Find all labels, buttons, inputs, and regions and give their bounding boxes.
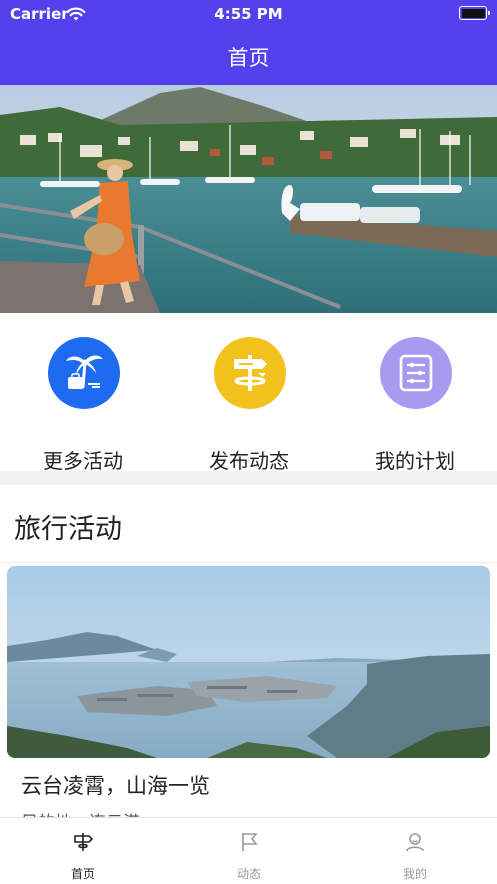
battery-icon bbox=[459, 6, 490, 20]
tab-profile[interactable]: 我的 bbox=[332, 818, 497, 884]
tab-posts[interactable]: 动态 bbox=[166, 818, 332, 884]
tab-label-posts: 动态 bbox=[236, 867, 261, 881]
tab-bar: 首页 动态 我的 bbox=[0, 817, 497, 883]
menu-publish-post[interactable]: 发布动态 bbox=[166, 335, 332, 473]
navigation-bar: 首页 bbox=[0, 28, 497, 85]
list-icon bbox=[380, 337, 452, 409]
status-bar: Carrier 4:55 PM bbox=[0, 0, 497, 28]
flag-icon bbox=[242, 833, 258, 851]
page-title: 首页 bbox=[227, 46, 270, 70]
tab-home[interactable]: 首页 bbox=[0, 818, 166, 884]
tab-label-home: 首页 bbox=[70, 867, 95, 881]
signpost-icon bbox=[214, 337, 286, 409]
menu-label-more-activities: 更多活动 bbox=[43, 449, 123, 473]
menu-label-my-plan: 我的计划 bbox=[375, 449, 455, 473]
signpost-tab-icon bbox=[74, 833, 94, 851]
activity-card-image[interactable] bbox=[7, 566, 490, 758]
palm-suitcase-icon bbox=[48, 337, 120, 409]
menu-my-plan[interactable]: 我的计划 bbox=[332, 335, 497, 473]
section-divider bbox=[0, 471, 497, 485]
clock-label: 4:55 PM bbox=[214, 5, 283, 23]
menu-label-publish-post: 发布动态 bbox=[209, 449, 289, 473]
person-icon bbox=[406, 833, 424, 852]
section-separator bbox=[0, 562, 497, 563]
tab-label-profile: 我的 bbox=[402, 867, 427, 881]
menu-more-activities[interactable]: 更多活动 bbox=[0, 335, 166, 473]
quick-menu: 更多活动 发布动态 我的计划 bbox=[0, 313, 497, 473]
activity-card-title: 云台凌霄，山海一览 bbox=[21, 774, 210, 798]
section-title: 旅行活动 bbox=[14, 514, 122, 545]
banner-image[interactable] bbox=[0, 85, 497, 313]
